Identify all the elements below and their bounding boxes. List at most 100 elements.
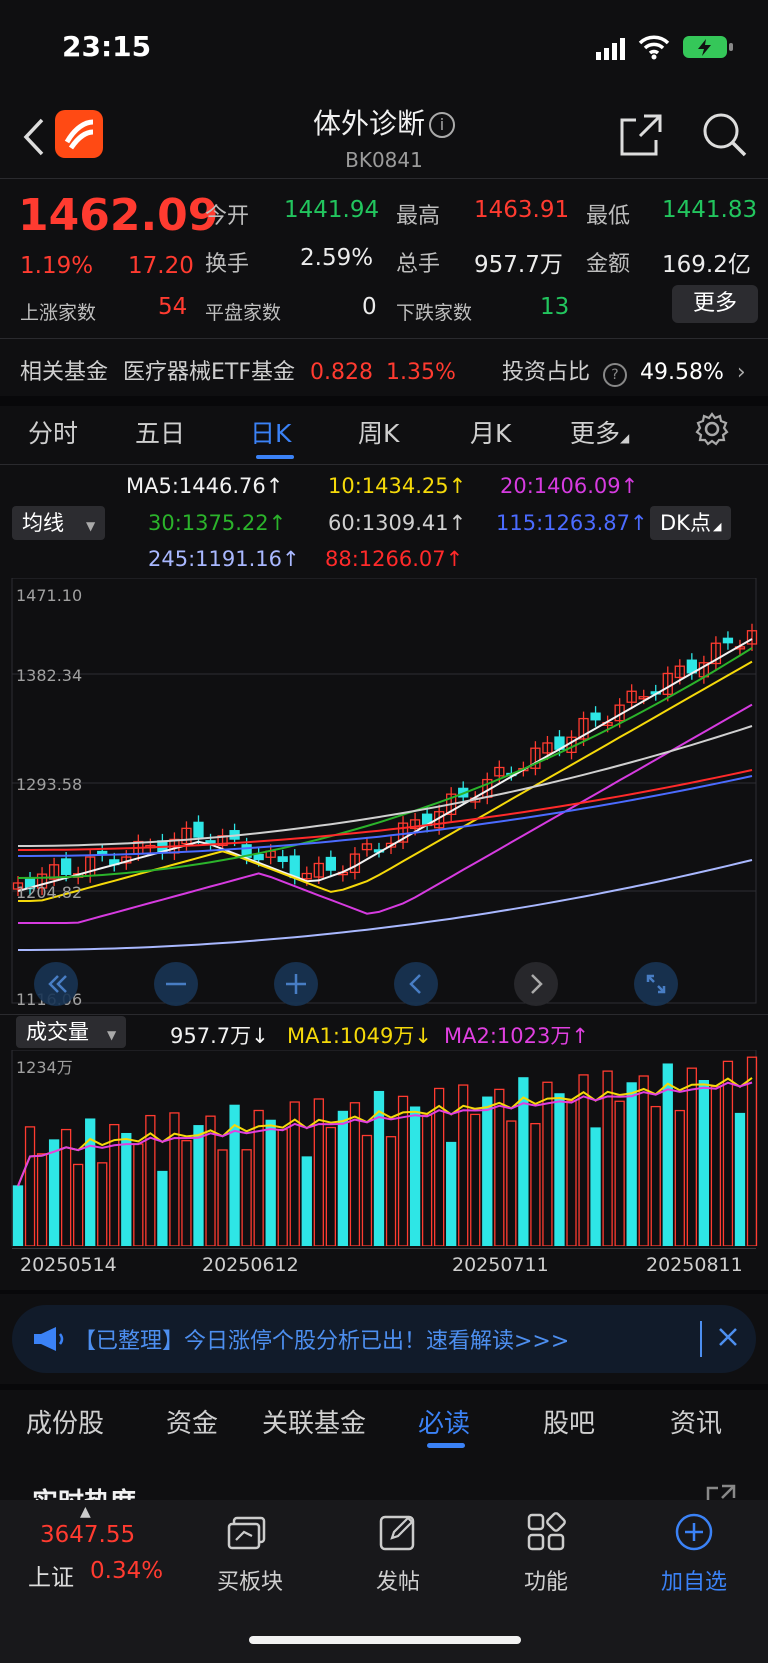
tab-related-funds[interactable]: 关联基金: [262, 1403, 366, 1440]
price-axis-label: 1382.34: [16, 666, 83, 685]
high-value: 1463.91: [474, 197, 570, 223]
price-axis-label: 1293.58: [16, 775, 83, 794]
scroll-start-button[interactable]: [34, 962, 78, 1006]
fund-pct: 1.35%: [386, 360, 456, 385]
up-count: 54: [158, 294, 188, 320]
share-icon[interactable]: [618, 112, 664, 158]
tab-forum[interactable]: 股吧: [543, 1403, 595, 1440]
fund-name: 医疗器械ETF基金: [123, 360, 296, 385]
volume-ma1: MA1:1049万↓: [287, 1024, 432, 1048]
ma20-label: 20:1406.09↑: [500, 474, 639, 498]
ma60-label: 60:1309.41↑: [328, 511, 467, 535]
more-button[interactable]: 更多: [672, 285, 758, 323]
date-label: 20250612: [202, 1254, 299, 1276]
ma245-label: 245:1191.16↑: [148, 547, 300, 571]
volume-axis-max: 1234万: [16, 1058, 73, 1077]
home-indicator: [249, 1636, 521, 1644]
post-icon[interactable]: [378, 1512, 418, 1556]
tab-more[interactable]: 更多◢: [570, 414, 629, 450]
related-fund-row[interactable]: 相关基金 医疗器械ETF基金 0.828 1.35%: [20, 354, 456, 386]
ma10-label: 10:1434.25↑: [328, 474, 467, 498]
status-time: 23:15: [62, 30, 152, 63]
volume-indicator-selector[interactable]: 成交量 ▼: [16, 1016, 127, 1048]
chevron-right-icon: ›: [736, 360, 746, 385]
flat-count-label: 平盘家数: [205, 302, 282, 324]
add-watchlist-label[interactable]: 加自选: [644, 1564, 744, 1596]
ma115-label: 115:1263.87↑: [496, 511, 648, 535]
tab-must-read[interactable]: 必读: [418, 1403, 470, 1440]
price-axis-label: 1204.82: [16, 883, 83, 902]
down-count: 13: [540, 294, 570, 320]
indicator-selector[interactable]: 均线 ▼: [12, 506, 106, 540]
change-value: 17.20: [128, 253, 194, 279]
tab-weekly-k[interactable]: 周K: [358, 414, 399, 450]
functions-icon[interactable]: [526, 1512, 566, 1556]
index-name: 上证: [28, 1565, 74, 1591]
wifi-icon: [638, 34, 670, 64]
fullscreen-button[interactable]: [634, 962, 678, 1006]
active-bottom-tab-indicator: [427, 1443, 465, 1448]
megaphone-icon: [32, 1325, 66, 1357]
search-icon[interactable]: [700, 110, 748, 158]
caret-up-icon: ▲: [80, 1504, 91, 1520]
functions-label[interactable]: 功能: [496, 1564, 596, 1596]
tab-intraday[interactable]: 分时: [28, 414, 78, 450]
battery-icon: [682, 34, 734, 64]
amount-label: 金额: [586, 252, 631, 277]
scroll-left-button[interactable]: [394, 962, 438, 1006]
ratio-label: 投资占比: [502, 360, 591, 385]
volume-current: 957.7万↓: [170, 1024, 269, 1048]
high-label: 最高: [396, 204, 441, 229]
related-fund-label: 相关基金: [20, 360, 109, 385]
zoom-out-button[interactable]: [154, 962, 198, 1006]
help-icon[interactable]: ?: [603, 363, 628, 387]
volume-value: 957.7万: [474, 252, 563, 278]
up-count-label: 上涨家数: [20, 302, 97, 324]
dk-point-button[interactable]: DK点 ◢: [650, 506, 732, 540]
open-label: 今开: [205, 204, 250, 229]
zoom-in-button[interactable]: [274, 962, 318, 1006]
date-label: 20250811: [646, 1254, 743, 1276]
low-value: 1441.83: [662, 197, 758, 223]
banner-text: 【已整理】今日涨停个股分析已出！速看解读>>>: [74, 1329, 570, 1354]
tab-capital[interactable]: 资金: [166, 1403, 218, 1440]
tab-daily-k[interactable]: 日K: [250, 414, 291, 450]
signal-icon: [596, 38, 630, 64]
turnover-label: 换手: [205, 252, 250, 277]
promo-banner[interactable]: 【已整理】今日涨停个股分析已出！速看解读>>>: [12, 1305, 756, 1373]
buy-sector-icon[interactable]: [226, 1514, 272, 1558]
investment-ratio[interactable]: 投资占比 ? 49.58% ›: [502, 354, 746, 387]
flat-count: 0: [362, 294, 377, 320]
date-label: 20250514: [20, 1254, 117, 1276]
tab-monthly-k[interactable]: 月K: [470, 414, 511, 450]
candlestick-chart[interactable]: [0, 578, 768, 1013]
volume-ma2: MA2:1023万↑: [444, 1024, 589, 1048]
index-price[interactable]: 3647.55: [40, 1522, 135, 1548]
change-pct: 1.19%: [20, 253, 94, 279]
post-label[interactable]: 发帖: [348, 1564, 448, 1596]
open-value: 1441.94: [284, 197, 380, 223]
close-icon[interactable]: [714, 1323, 742, 1355]
add-watchlist-icon[interactable]: [674, 1512, 714, 1556]
current-price: 1462.09: [18, 190, 219, 241]
volume-chart[interactable]: [0, 1050, 768, 1246]
info-icon[interactable]: i: [429, 112, 455, 138]
down-count-label: 下跌家数: [396, 302, 473, 324]
bottom-navigation: ▲ 3647.55 上证 0.34% 买板块 发帖 功能 加自选: [0, 1500, 768, 1663]
ma88-label: 88:1266.07↑: [325, 547, 464, 571]
tab-news[interactable]: 资讯: [670, 1403, 722, 1440]
tab-five-day[interactable]: 五日: [135, 414, 185, 450]
ratio-value: 49.58%: [640, 360, 724, 385]
buy-sector-label[interactable]: 买板块: [200, 1564, 300, 1596]
tab-constituents[interactable]: 成份股: [26, 1403, 104, 1440]
scroll-right-button[interactable]: [514, 962, 558, 1006]
low-label: 最低: [586, 204, 631, 229]
turnover-value: 2.59%: [300, 245, 374, 271]
date-label: 20250711: [452, 1254, 549, 1276]
settings-icon[interactable]: [695, 412, 729, 450]
fund-price: 0.828: [310, 360, 373, 385]
ma5-label: MA5:1446.76↑: [126, 474, 284, 498]
ma30-label: 30:1375.22↑: [148, 511, 287, 535]
price-axis-label: 1471.10: [16, 586, 83, 605]
volume-label: 总手: [396, 252, 441, 277]
